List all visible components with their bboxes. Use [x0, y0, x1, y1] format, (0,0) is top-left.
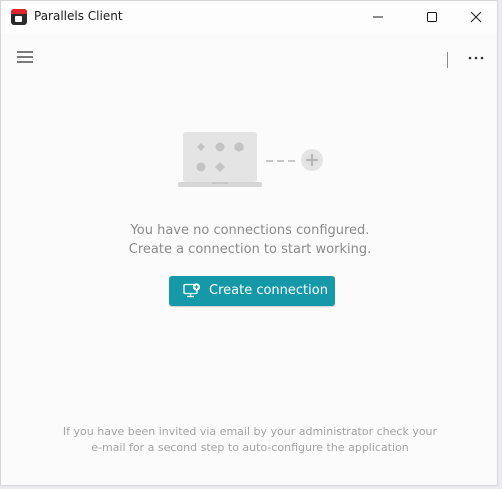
create-connection-label: Create connection: [209, 283, 328, 298]
close-button[interactable]: [453, 1, 497, 33]
window-title: Parallels Client: [34, 9, 123, 23]
maximize-icon: [427, 12, 437, 22]
empty-state-illustration: [176, 129, 326, 191]
create-connection-hint: Create a connection to start working.: [128, 242, 372, 257]
add-connection-icon: [183, 283, 201, 298]
hamburger-menu-icon: [17, 51, 33, 63]
email-invite-hint-line1: If you have been invited via email by yo…: [62, 425, 438, 438]
parallels-client-app-icon: [11, 9, 27, 25]
no-connections-message: You have no connections configured.: [130, 223, 370, 238]
create-connection-button[interactable]: Create connection: [169, 276, 335, 306]
hamburger-menu-button[interactable]: [11, 45, 39, 69]
minimize-icon: [373, 16, 383, 18]
email-invite-hint-line2: e-mail for a second step to auto-configu…: [91, 441, 409, 454]
laptop-with-add-icon: [178, 132, 323, 187]
toolbar: [1, 33, 497, 81]
more-horizontal-icon: [468, 56, 484, 60]
title-bar[interactable]: Parallels Client: [1, 1, 497, 33]
toolbar-divider: [447, 52, 448, 68]
maximize-button[interactable]: [409, 1, 455, 33]
app-window: Parallels Client You have no connections…: [0, 0, 498, 486]
minimize-button[interactable]: [355, 1, 401, 33]
more-options-button[interactable]: [462, 45, 490, 69]
close-icon: [470, 11, 482, 23]
